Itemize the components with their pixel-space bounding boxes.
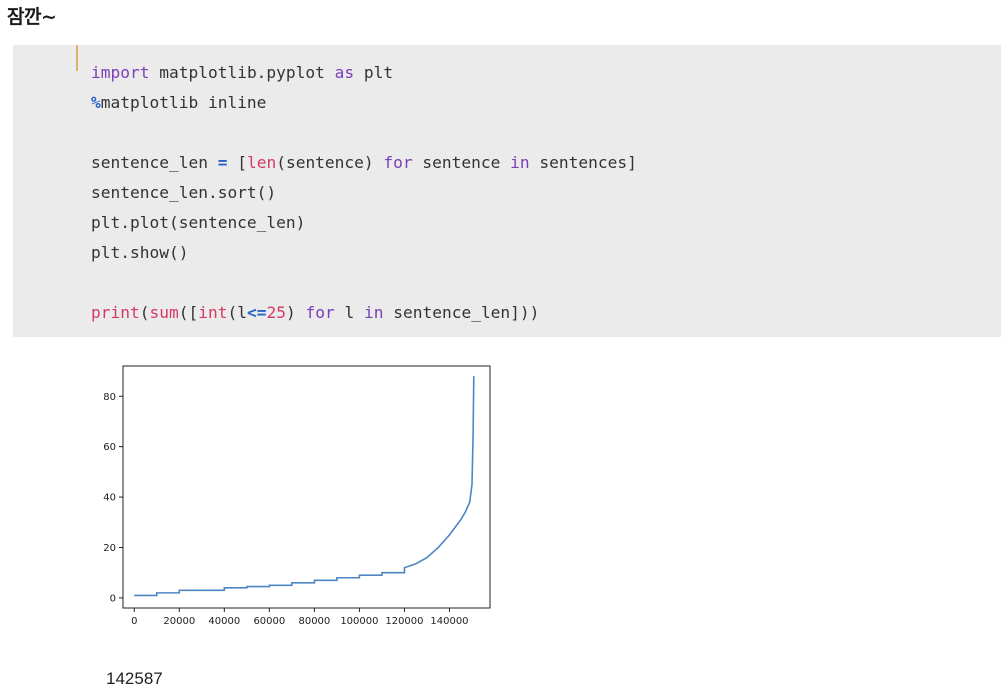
y-tick-label: 20 [103, 543, 116, 554]
x-tick-label: 120000 [385, 616, 423, 627]
code-content[interactable]: import matplotlib.pyplot as plt %matplot… [91, 58, 637, 328]
code-line-6: plt.show() [91, 243, 189, 262]
section-heading: 잠깐~ [7, 6, 57, 28]
y-tick-label: 80 [103, 392, 116, 403]
y-tick-label: 40 [103, 493, 116, 504]
code-line-4: sentence_len.sort() [91, 183, 277, 202]
x-tick-label: 60000 [253, 616, 285, 627]
x-tick-label: 0 [131, 616, 137, 627]
line-chart: 0 20 40 60 80 0 20000 40000 60000 80000 100000 1200… [103, 365, 491, 627]
x-tick-label: 40000 [208, 616, 240, 627]
code-line-7: print(sum([int(l<=25) for l in sentence_… [91, 303, 540, 322]
cell-output: 142587 [106, 669, 163, 688]
y-tick-label: 60 [103, 442, 116, 453]
code-line-3: sentence_len = [len(sentence) for senten… [91, 153, 637, 172]
code-line-1: import matplotlib.pyplot as plt [91, 63, 394, 82]
x-tick-label: 140000 [430, 616, 468, 627]
plot-frame [122, 365, 491, 609]
code-line-5: plt.plot(sentence_len) [91, 213, 306, 232]
cursor-marker [76, 45, 78, 71]
x-tick-label: 20000 [163, 616, 195, 627]
y-tick-label: 0 [110, 593, 116, 604]
x-tick-label: 80000 [298, 616, 330, 627]
code-line-2: %matplotlib inline [91, 93, 267, 112]
x-tick-label: 100000 [340, 616, 378, 627]
